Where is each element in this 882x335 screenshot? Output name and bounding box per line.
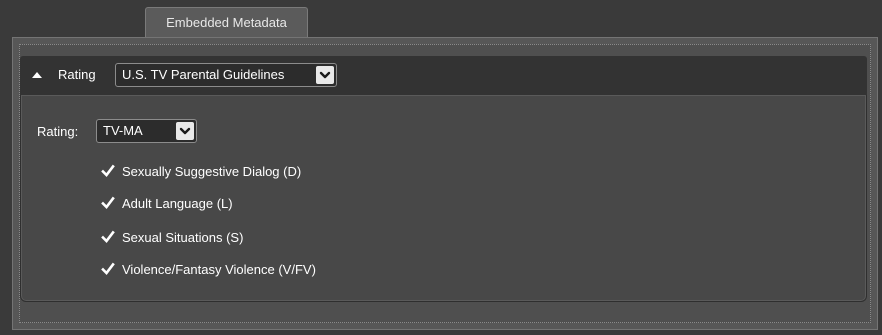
checkbox-checked-icon[interactable] — [101, 262, 115, 276]
rating-label: Rating: — [37, 124, 79, 139]
checkbox-checked-icon[interactable] — [101, 164, 115, 178]
chevron-down-icon[interactable] — [176, 122, 194, 140]
triangle-up-icon[interactable] — [30, 68, 44, 82]
descriptor-row-violence[interactable]: Violence/Fantasy Violence (V/FV) — [101, 260, 316, 278]
descriptor-label: Violence/Fantasy Violence (V/FV) — [122, 261, 316, 277]
descriptor-row-sexual[interactable]: Sexual Situations (S) — [101, 228, 243, 246]
checkbox-checked-icon[interactable] — [101, 196, 115, 210]
rating-standard-select[interactable]: U.S. TV Parental Guidelines — [115, 63, 337, 87]
descriptor-label: Adult Language (L) — [122, 195, 233, 211]
descriptor-row-dialog[interactable]: Sexually Suggestive Dialog (D) — [101, 162, 301, 180]
rating-group-label: Rating — [58, 67, 96, 82]
checkbox-checked-icon[interactable] — [101, 230, 115, 244]
descriptor-row-language[interactable]: Adult Language (L) — [101, 194, 233, 212]
descriptor-label: Sexually Suggestive Dialog (D) — [122, 163, 302, 179]
tab-embedded-metadata[interactable]: Embedded Metadata — [145, 7, 308, 37]
descriptor-label: Sexual Situations (S) — [122, 229, 244, 245]
rating-select[interactable]: TV-MA — [96, 119, 197, 143]
chevron-down-icon[interactable] — [316, 66, 334, 84]
rating-standard-value: U.S. TV Parental Guidelines — [122, 67, 285, 82]
rating-value: TV-MA — [103, 123, 143, 138]
rating-group-header: Rating U.S. TV Parental Guidelines — [20, 56, 867, 95]
